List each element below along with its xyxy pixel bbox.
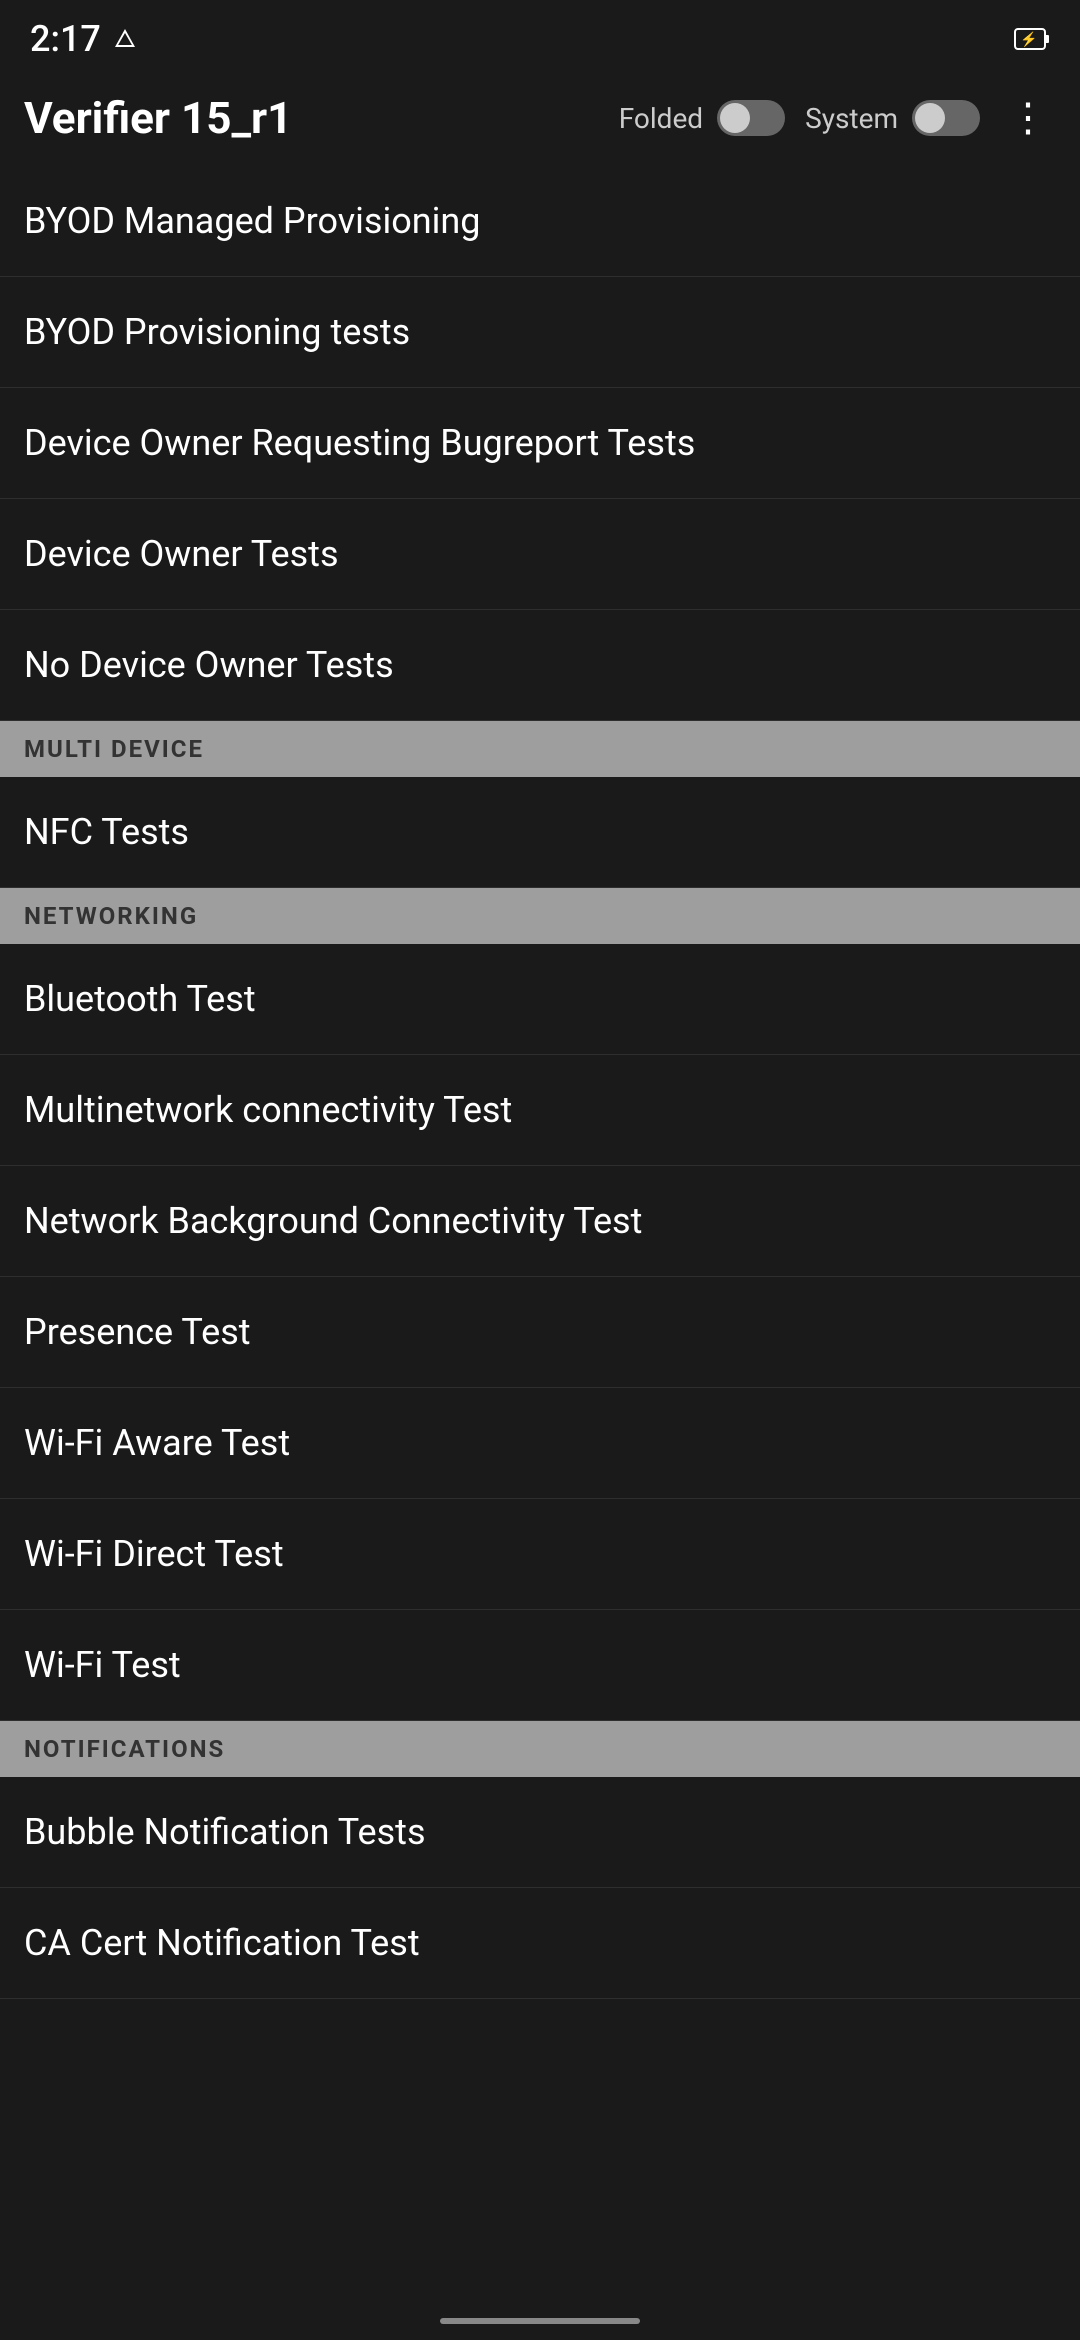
signal-icon bbox=[111, 27, 139, 51]
list-item-no-device-owner-tests[interactable]: No Device Owner Tests bbox=[0, 610, 1080, 721]
list-item-bluetooth-test[interactable]: Bluetooth Test bbox=[0, 944, 1080, 1055]
app-header: Verifier 15_r1 Folded System ⋮ bbox=[0, 70, 1080, 166]
section-header-notifications: NOTIFICATIONS bbox=[0, 1721, 1080, 1777]
list-item-ca-cert-notification-test[interactable]: CA Cert Notification Test bbox=[0, 1888, 1080, 1999]
list-item-wi-fi-aware-test[interactable]: Wi-Fi Aware Test bbox=[0, 1388, 1080, 1499]
list-item-presence-test[interactable]: Presence Test bbox=[0, 1277, 1080, 1388]
time-text: 2:17 bbox=[30, 18, 101, 60]
folded-toggle-group: Folded bbox=[619, 100, 785, 136]
list-item-network-background-connectivity-test[interactable]: Network Background Connectivity Test bbox=[0, 1166, 1080, 1277]
more-vert-icon[interactable]: ⋮ bbox=[1000, 90, 1056, 146]
system-toggle[interactable] bbox=[912, 100, 980, 136]
list-item-multinetwork-connectivity-test[interactable]: Multinetwork connectivity Test bbox=[0, 1055, 1080, 1166]
app-title: Verifier 15_r1 bbox=[24, 92, 599, 144]
list-item-byod-managed-provisioning[interactable]: BYOD Managed Provisioning bbox=[0, 166, 1080, 277]
home-indicator bbox=[440, 2318, 640, 2324]
section-header-networking: NETWORKING bbox=[0, 888, 1080, 944]
svg-text:⚡: ⚡ bbox=[1020, 31, 1037, 48]
list-item-byod-provisioning-tests[interactable]: BYOD Provisioning tests bbox=[0, 277, 1080, 388]
status-bar: 2:17 ⚡ bbox=[0, 0, 1080, 70]
system-label: System bbox=[805, 102, 898, 135]
list-item-wi-fi-test[interactable]: Wi-Fi Test bbox=[0, 1610, 1080, 1721]
list-item-device-owner-tests[interactable]: Device Owner Tests bbox=[0, 499, 1080, 610]
status-time: 2:17 bbox=[30, 18, 139, 60]
battery-charging-icon: ⚡ bbox=[1014, 28, 1050, 50]
folded-label: Folded bbox=[619, 102, 703, 135]
status-icons: ⚡ bbox=[1014, 28, 1050, 50]
list-item-device-owner-requesting-bugreport-tests[interactable]: Device Owner Requesting Bugreport Tests bbox=[0, 388, 1080, 499]
main-list: BYOD Managed ProvisioningBYOD Provisioni… bbox=[0, 166, 1080, 1999]
section-header-multi-device: MULTI DEVICE bbox=[0, 721, 1080, 777]
folded-toggle[interactable] bbox=[717, 100, 785, 136]
list-item-nfc-tests[interactable]: NFC Tests bbox=[0, 777, 1080, 888]
list-item-bubble-notification-tests[interactable]: Bubble Notification Tests bbox=[0, 1777, 1080, 1888]
system-toggle-group: System bbox=[805, 100, 980, 136]
list-item-wi-fi-direct-test[interactable]: Wi-Fi Direct Test bbox=[0, 1499, 1080, 1610]
